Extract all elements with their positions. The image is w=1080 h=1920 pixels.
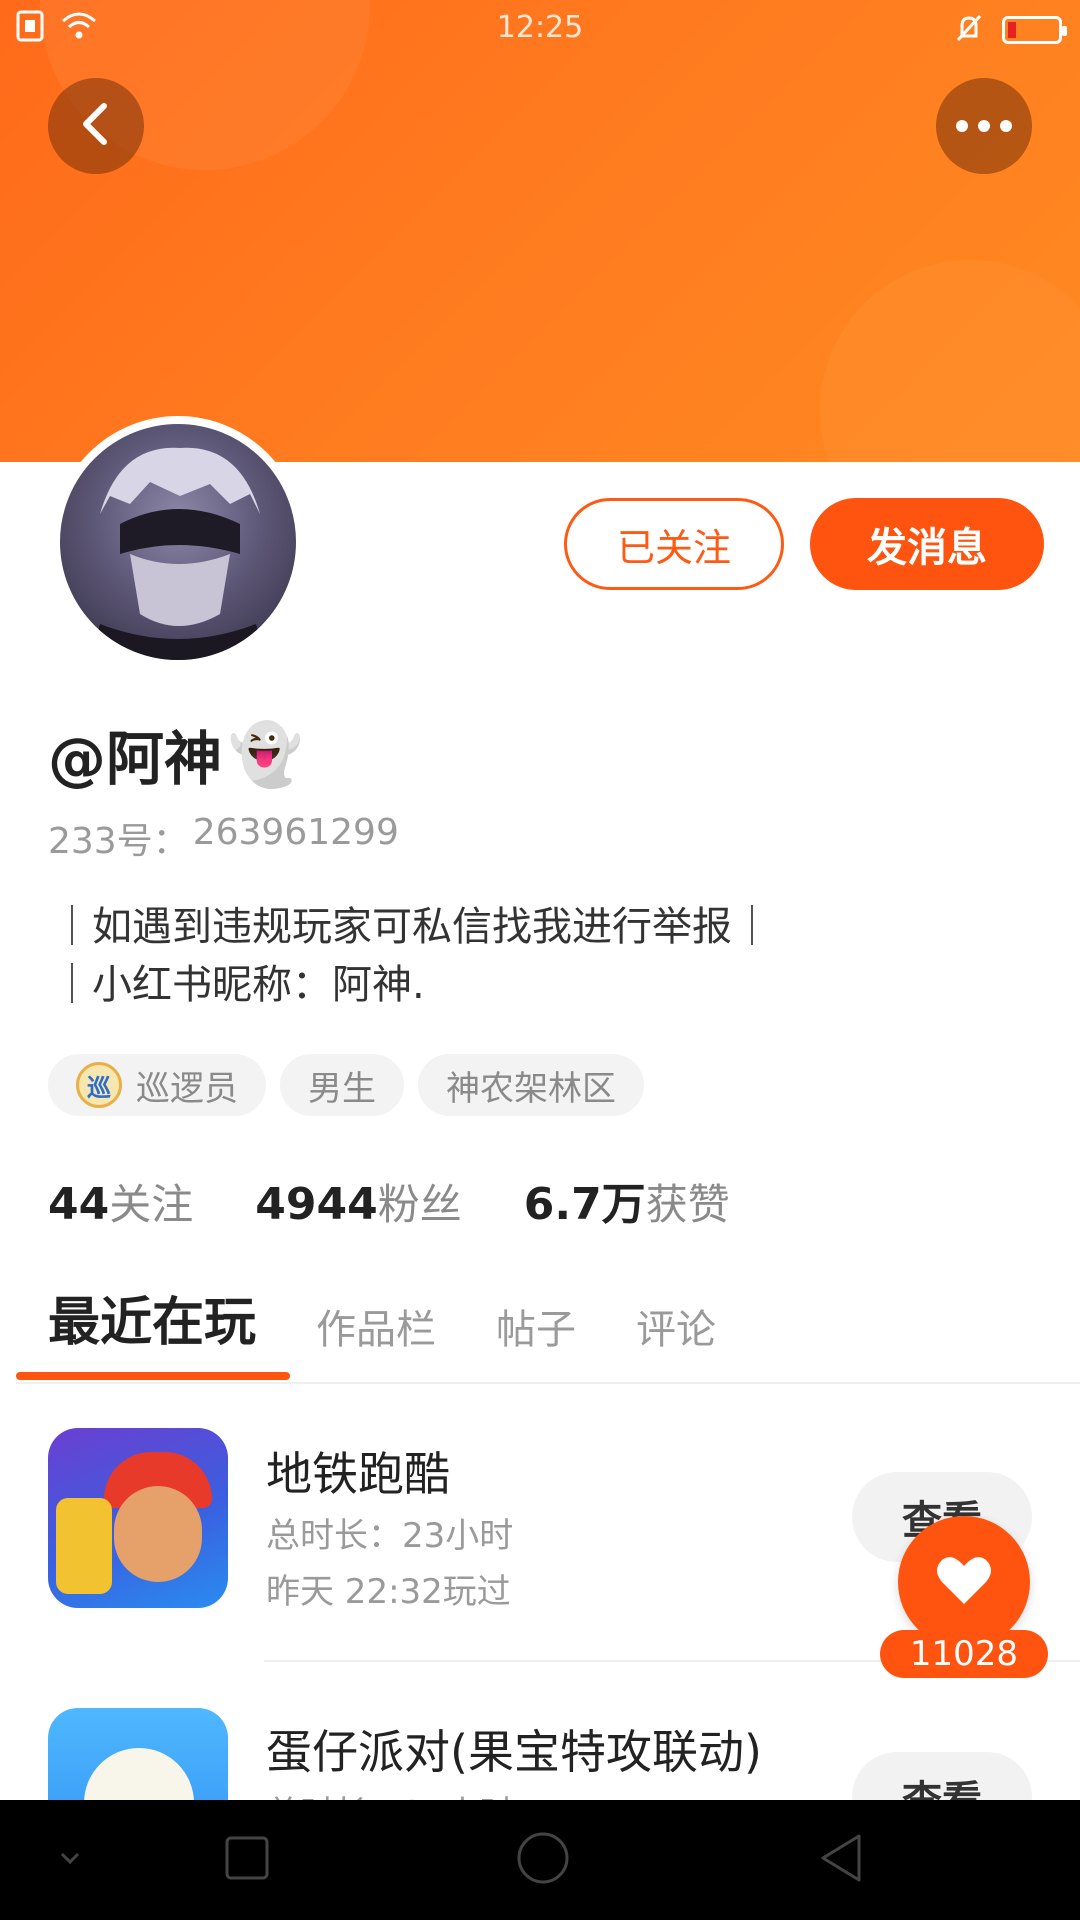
- game-title: 蛋仔派对(果宝特攻联动): [266, 1725, 762, 1779]
- username: @阿神 👻: [48, 712, 303, 796]
- nav-recents-button[interactable]: [212, 1800, 282, 1920]
- user-id-value: 263961299: [192, 812, 399, 853]
- nav-home-button[interactable]: [508, 1800, 578, 1920]
- more-options-button[interactable]: [936, 78, 1032, 174]
- divider: [16, 1382, 1080, 1384]
- status-bar: 12:25: [0, 0, 1080, 56]
- tag-label: 巡逻员: [136, 1068, 238, 1109]
- subway-surfers-game-icon[interactable]: [48, 1428, 228, 1608]
- game-title: 地铁跑酷: [266, 1447, 450, 1501]
- profile-tabs: 最近在玩 作品栏 帖子 评论: [48, 1280, 716, 1355]
- patroller-badge-icon: 巡: [76, 1062, 122, 1108]
- triangle-back-icon: [815, 1830, 867, 1890]
- tab-works[interactable]: 作品栏: [316, 1297, 436, 1355]
- stat-value: 6.7万: [523, 1179, 646, 1230]
- active-tab-indicator: [16, 1372, 290, 1380]
- system-nav-bar: [0, 1800, 1080, 1920]
- like-button[interactable]: [898, 1516, 1030, 1648]
- tab-posts[interactable]: 帖子: [496, 1297, 576, 1355]
- stat-following[interactable]: 44 关注: [48, 1171, 193, 1232]
- stat-label: 获赞: [645, 1180, 730, 1229]
- heart-icon: [936, 1554, 992, 1610]
- more-dots-icon: [956, 120, 1012, 132]
- chevron-left-icon: [76, 100, 116, 152]
- tab-recently-played[interactable]: 最近在玩: [48, 1280, 256, 1355]
- banner-decoration: [820, 260, 1080, 462]
- square-icon: [223, 1834, 271, 1886]
- stat-followers[interactable]: 4944 粉丝: [255, 1171, 461, 1232]
- game-last-played: 昨天 22:32玩过: [266, 1572, 511, 1612]
- bio-line: ｜如遇到违规玩家可私信找我进行举报｜: [52, 904, 772, 950]
- ghost-emoji-icon: 👻: [228, 719, 303, 790]
- nav-collapse-button[interactable]: [40, 1800, 100, 1920]
- bio-line: ｜小红书昵称：阿神.: [52, 962, 425, 1008]
- circle-icon: [515, 1830, 571, 1890]
- tag-label: 神农架林区: [446, 1068, 616, 1109]
- avatar[interactable]: [52, 416, 304, 668]
- back-button[interactable]: [48, 78, 144, 174]
- like-count: 11028: [880, 1630, 1048, 1678]
- tag-gender[interactable]: 男生: [280, 1054, 404, 1116]
- user-id: 233号： 263961299: [48, 812, 399, 864]
- followed-button[interactable]: 已关注: [564, 498, 784, 590]
- stat-likes: 6.7万 获赞: [524, 1168, 730, 1232]
- battery-low-icon: [1002, 16, 1067, 44]
- nav-back-button[interactable]: [806, 1800, 876, 1920]
- silent-bell-icon: [954, 12, 984, 48]
- status-time: 12:25: [496, 10, 584, 45]
- profile-stats: 44 关注 4944 粉丝 6.7万 获赞: [48, 1168, 730, 1232]
- tag-label: 男生: [308, 1068, 376, 1109]
- stat-value: 44: [48, 1179, 110, 1230]
- chevron-down-icon: [58, 1850, 82, 1870]
- game-total-time: 总时长：23小时: [266, 1516, 514, 1556]
- tag-patroller[interactable]: 巡 巡逻员: [48, 1054, 266, 1116]
- user-id-label: 233号：: [48, 821, 189, 862]
- stat-label: 粉丝: [377, 1180, 462, 1229]
- profile-banner: [0, 0, 1080, 462]
- tag-location[interactable]: 神农架林区: [418, 1054, 644, 1116]
- username-text: @阿神: [48, 725, 223, 793]
- bio: ｜如遇到违规玩家可私信找我进行举报｜ ｜小红书昵称：阿神.: [52, 898, 772, 1014]
- send-message-button[interactable]: 发消息: [810, 498, 1044, 590]
- profile-tags: 巡 巡逻员 男生 神农架林区: [48, 1054, 644, 1116]
- stat-label: 关注: [109, 1180, 194, 1229]
- stat-value: 4944: [255, 1179, 378, 1230]
- tab-comments[interactable]: 评论: [636, 1297, 716, 1355]
